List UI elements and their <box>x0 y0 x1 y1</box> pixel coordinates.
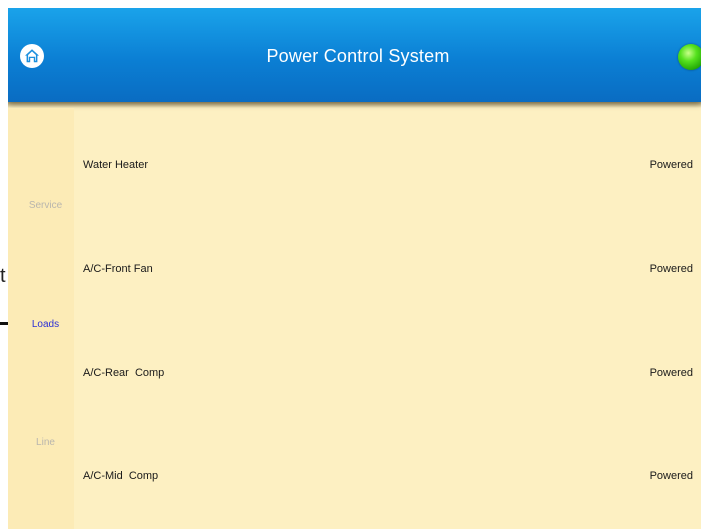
tab-loads[interactable]: Loads <box>8 319 83 330</box>
load-row-ac-rear-comp[interactable]: A/C-Rear Comp Powered <box>83 367 701 387</box>
page: t Power Control System Service Loads Lin… <box>0 0 701 531</box>
tab-service[interactable]: Service <box>8 200 83 211</box>
app-screen: Power Control System Service Loads Line … <box>8 8 701 529</box>
load-row-ac-mid-comp[interactable]: A/C-Mid Comp Powered <box>83 470 701 490</box>
load-row-ac-front-fan[interactable]: A/C-Front Fan Powered <box>83 263 701 283</box>
load-name: A/C-Front Fan <box>83 263 153 275</box>
load-status: Powered <box>649 470 693 482</box>
header-shadow <box>8 102 701 108</box>
load-status: Powered <box>649 159 693 171</box>
load-status: Powered <box>649 367 693 379</box>
status-indicator-light <box>678 44 701 70</box>
header-bar: Power Control System <box>8 8 701 102</box>
load-name: A/C-Mid Comp <box>83 470 159 482</box>
load-row-water-heater[interactable]: Water Heater Powered <box>83 159 701 179</box>
page-title: Power Control System <box>266 46 450 66</box>
load-status: Powered <box>649 263 693 275</box>
load-name: Water Heater <box>83 159 149 171</box>
tab-line[interactable]: Line <box>8 437 83 448</box>
annotation-letter: t <box>0 265 6 287</box>
load-name: A/C-Rear Comp <box>83 367 165 379</box>
